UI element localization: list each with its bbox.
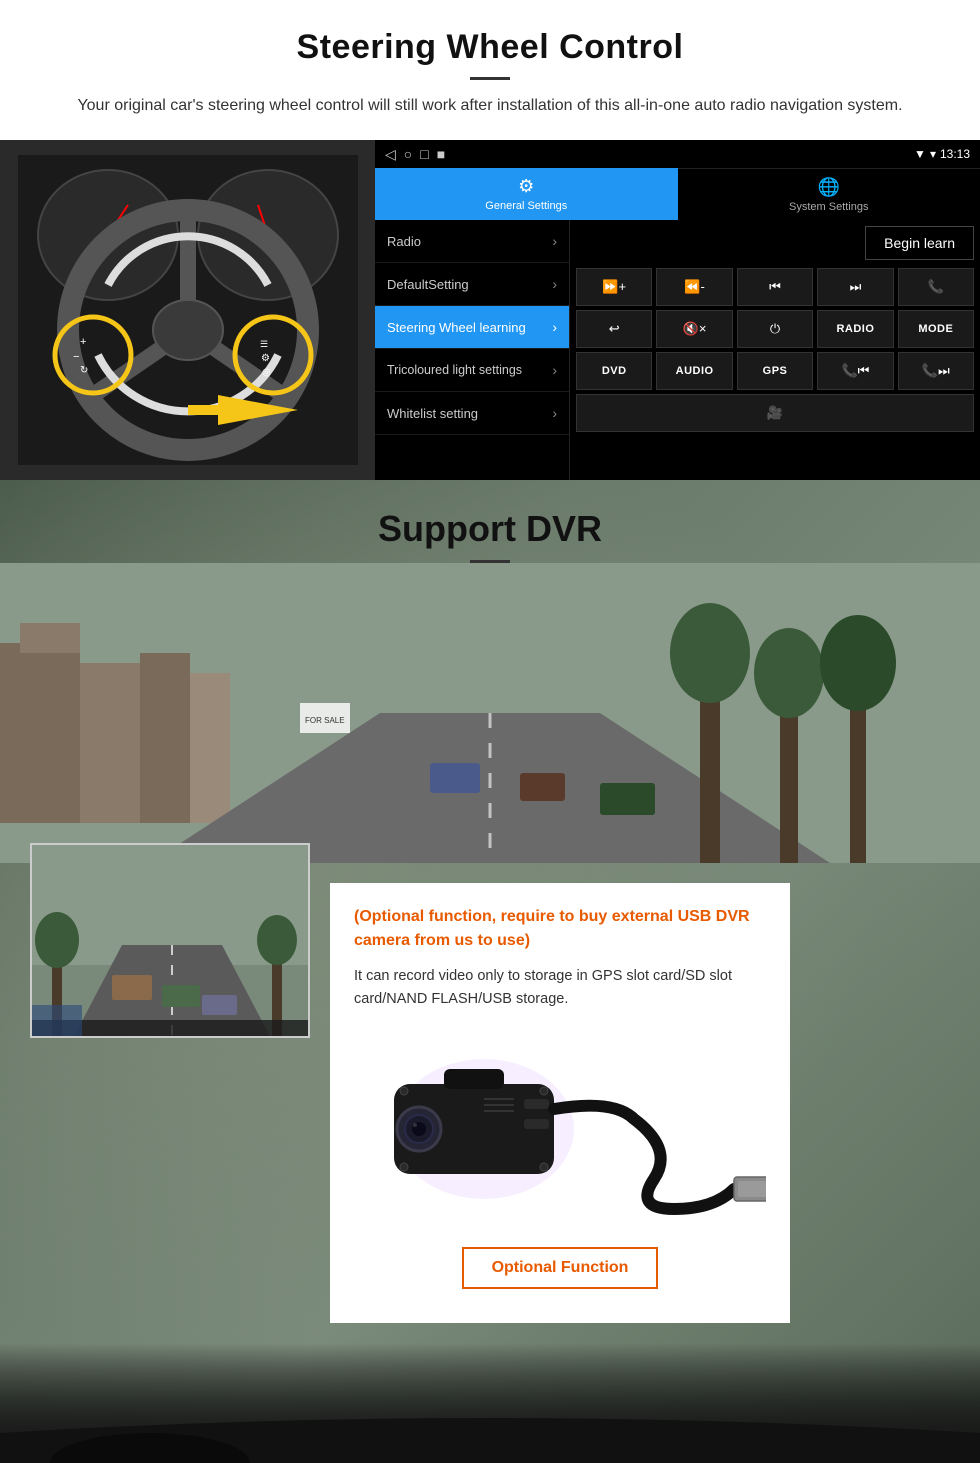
nav-icons: ◁ ○ □ ■	[385, 146, 445, 163]
svg-text:+: +	[80, 336, 86, 348]
dvr-description: It can record video only to storage in G…	[354, 965, 766, 1011]
vol-down-btn[interactable]: ⏪-	[656, 268, 732, 306]
control-row-2: ↩ 🔇× ⏻ RADIO MODE	[576, 310, 974, 348]
phone-prev-btn[interactable]: 📞⏮	[817, 352, 893, 390]
steering-wheel-image: + − ↻ ☰ ⚙ ◎	[0, 140, 375, 480]
dvr-icon: 🎥	[767, 405, 783, 421]
control-panel: Begin learn ⏩+ ⏪- ⏮	[570, 220, 980, 480]
audio-btn[interactable]: AUDIO	[656, 352, 732, 390]
chevron-icon: ›	[552, 233, 557, 249]
general-settings-label: General Settings	[485, 200, 567, 212]
back-call-btn[interactable]: ↩	[576, 310, 652, 348]
android-tabs: ⚙ General Settings 🌐 System Settings	[375, 168, 980, 220]
dvr-thumbnail-image	[30, 843, 310, 1038]
dvd-label: DVD	[602, 365, 627, 377]
system-settings-icon: 🌐	[818, 177, 840, 198]
control-row-4: 🎥	[576, 394, 974, 432]
next-icon: ⏭	[850, 279, 862, 295]
vol-up-btn[interactable]: ⏩+	[576, 268, 652, 306]
gps-btn[interactable]: GPS	[737, 352, 813, 390]
dvr-camera-illustration	[354, 1029, 766, 1229]
back-icon[interactable]: ◁	[385, 146, 396, 163]
signal-icon: ▼	[914, 147, 926, 161]
dvd-btn[interactable]: DVD	[576, 352, 652, 390]
svg-text:FOR SALE: FOR SALE	[305, 716, 345, 725]
control-row-1: ⏩+ ⏪- ⏮ ⏭ 📞	[576, 268, 974, 306]
home-icon[interactable]: ○	[404, 146, 412, 162]
steering-panel: + − ↻ ☰ ⚙ ◎ ◁ ○ □ ■	[0, 140, 980, 480]
statusbar-time: 13:13	[940, 147, 970, 161]
next-btn[interactable]: ⏭	[817, 268, 893, 306]
menu-item-defaultsetting-label: DefaultSetting	[387, 277, 469, 292]
android-statusbar: ◁ ○ □ ■ ▼ ▾ 13:13	[375, 140, 980, 168]
back-call-icon: ↩	[609, 321, 620, 337]
section-header: Steering Wheel Control Your original car…	[0, 0, 980, 128]
svg-text:−: −	[73, 351, 79, 363]
svg-text:⚙: ⚙	[261, 353, 270, 364]
dvr-optional-text: (Optional function, require to buy exter…	[354, 905, 766, 953]
mode-label: MODE	[918, 323, 953, 335]
section-title: Steering Wheel Control	[60, 28, 920, 67]
menu-item-whitelist[interactable]: Whitelist setting ›	[375, 392, 569, 435]
radio-label: RADIO	[836, 323, 874, 335]
prev-icon: ⏮	[769, 279, 781, 295]
system-settings-label: System Settings	[789, 201, 868, 213]
section-subtitle: Your original car's steering wheel contr…	[60, 94, 920, 118]
svg-text:↻: ↻	[80, 365, 88, 376]
svg-text:◎: ◎	[262, 367, 271, 378]
optional-function-button[interactable]: Optional Function	[462, 1247, 659, 1289]
dvr-section: Support DVR	[0, 480, 980, 1463]
chevron-icon: ›	[552, 405, 557, 421]
audio-label: AUDIO	[676, 365, 714, 377]
chevron-icon: ›	[552, 319, 557, 335]
tab-system-settings[interactable]: 🌐 System Settings	[678, 168, 980, 220]
steering-section: Steering Wheel Control Your original car…	[0, 0, 980, 480]
dvr-info-card: (Optional function, require to buy exter…	[330, 883, 790, 1323]
phone-next-icon: 📞⏭	[922, 363, 950, 379]
menu-icon[interactable]: ■	[437, 146, 445, 162]
dvr-shortcut-btn[interactable]: 🎥	[576, 394, 974, 432]
vol-up-icon: ⏩+	[602, 279, 626, 295]
statusbar-right: ▼ ▾ 13:13	[914, 147, 970, 161]
menu-item-tricoloured-label: Tricoloured light settings	[387, 362, 522, 378]
svg-text:☰: ☰	[260, 339, 268, 349]
begin-learn-row: Begin learn	[576, 226, 974, 260]
wifi-icon: ▾	[930, 147, 936, 161]
begin-learn-button[interactable]: Begin learn	[865, 226, 974, 260]
android-panel: ◁ ○ □ ■ ▼ ▾ 13:13 ⚙ General Settings	[375, 140, 980, 480]
chevron-icon: ›	[552, 362, 557, 378]
menu-item-defaultsetting[interactable]: DefaultSetting ›	[375, 263, 569, 306]
mute-btn[interactable]: 🔇×	[656, 310, 732, 348]
control-row-3: DVD AUDIO GPS 📞⏮ 📞⏭	[576, 352, 974, 390]
phone-icon: 📞	[928, 279, 944, 295]
radio-btn[interactable]: RADIO	[817, 310, 893, 348]
phone-prev-icon: 📞⏮	[841, 363, 869, 379]
gps-label: GPS	[763, 365, 788, 377]
menu-item-radio-label: Radio	[387, 234, 421, 249]
general-settings-icon: ⚙	[518, 176, 534, 197]
menu-item-radio[interactable]: Radio ›	[375, 220, 569, 263]
phone-btn[interactable]: 📞	[898, 268, 974, 306]
android-content: Radio › DefaultSetting › Steering Wheel …	[375, 220, 980, 480]
power-icon: ⏻	[770, 321, 780, 337]
tab-general-settings[interactable]: ⚙ General Settings	[375, 168, 678, 220]
dvr-title: Support DVR	[0, 508, 980, 550]
prev-btn[interactable]: ⏮	[737, 268, 813, 306]
recents-icon[interactable]: □	[420, 146, 428, 162]
mode-btn[interactable]: MODE	[898, 310, 974, 348]
menu-list: Radio › DefaultSetting › Steering Wheel …	[375, 220, 570, 480]
menu-item-steering-label: Steering Wheel learning	[387, 320, 526, 335]
section-divider	[470, 77, 510, 80]
phone-next-btn[interactable]: 📞⏭	[898, 352, 974, 390]
power-btn[interactable]: ⏻	[737, 310, 813, 348]
chevron-icon: ›	[552, 276, 557, 292]
menu-item-steering-learning[interactable]: Steering Wheel learning ›	[375, 306, 569, 349]
mute-icon: 🔇×	[683, 321, 707, 337]
menu-item-whitelist-label: Whitelist setting	[387, 406, 478, 421]
menu-item-tricoloured[interactable]: Tricoloured light settings ›	[375, 349, 569, 392]
vol-down-icon: ⏪-	[684, 279, 705, 295]
dvr-section-header: Support DVR	[0, 480, 980, 573]
